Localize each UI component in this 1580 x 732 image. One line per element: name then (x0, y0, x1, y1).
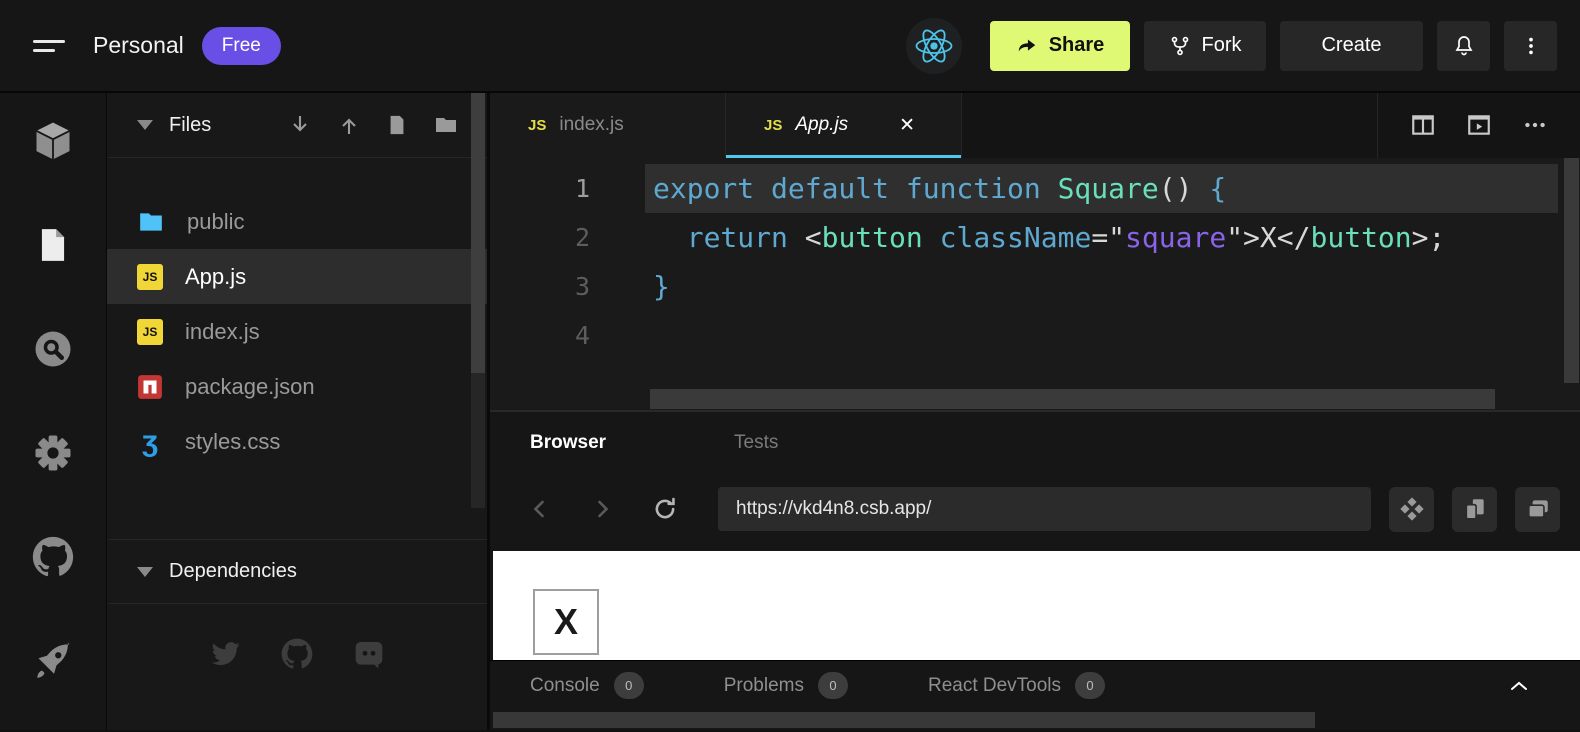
react-devtools-tab[interactable]: React DevTools 0 (928, 672, 1105, 699)
code-line[interactable]: 3} (490, 262, 1580, 311)
preview-square-button[interactable]: X (533, 589, 599, 655)
discord-icon[interactable] (353, 638, 385, 670)
file-row-index-js[interactable]: JS index.js (107, 304, 487, 359)
files-section-header[interactable]: Files (107, 93, 487, 158)
twitter-icon[interactable] (209, 638, 241, 670)
folder-icon (137, 209, 165, 235)
js-file-icon: JS (137, 319, 163, 345)
bottom-scrollbar[interactable] (490, 710, 1580, 730)
open-in-new-window-icon[interactable] (1515, 487, 1560, 532)
console-tab[interactable]: Console 0 (530, 672, 644, 699)
more-menu-button[interactable] (1504, 21, 1557, 71)
chevron-down-icon (137, 120, 153, 130)
tab-app-js[interactable]: JS App.js ✕ (726, 93, 962, 158)
tab-index-js[interactable]: JS index.js (490, 93, 726, 158)
code-lines: 1export default function Square() {2 ret… (490, 158, 1580, 360)
plan-badge: Free (202, 27, 281, 65)
search-icon[interactable] (31, 327, 75, 371)
file-list: public JS App.js JS index.js package.jso… (107, 158, 487, 469)
file-row-styles-css[interactable]: ʒ styles.css (107, 414, 487, 469)
refresh-icon[interactable] (652, 496, 676, 522)
address-bar[interactable]: https://vkd4n8.csb.app/ (718, 487, 1371, 531)
tab-browser[interactable]: Browser (530, 432, 606, 454)
code-line[interactable]: 2 return <button className="square">X</b… (490, 213, 1580, 262)
new-folder-icon[interactable] (433, 113, 459, 137)
github-icon[interactable] (281, 638, 313, 670)
download-sandbox-icon[interactable] (288, 113, 312, 137)
react-logo-icon (906, 18, 962, 74)
explorer-files-icon[interactable] (31, 223, 75, 267)
forward-icon[interactable] (590, 497, 614, 521)
preview-page: X (493, 551, 1580, 661)
react-devtools-count-badge: 0 (1075, 672, 1105, 699)
bell-icon (1452, 34, 1476, 58)
kebab-menu-icon (1520, 35, 1542, 57)
expand-console-icon[interactable] (1510, 680, 1528, 692)
github-icon[interactable] (31, 535, 75, 579)
close-tab-icon[interactable]: ✕ (899, 114, 915, 137)
file-explorer-panel: Files (107, 93, 490, 730)
fork-button[interactable]: Fork (1144, 21, 1266, 71)
activity-bar (0, 93, 107, 730)
split-editor-icon[interactable] (1410, 112, 1436, 138)
css-icon: ʒ (137, 429, 163, 455)
upload-files-icon[interactable] (337, 113, 361, 137)
editor-actions (1377, 93, 1580, 158)
js-file-icon: JS (764, 117, 782, 134)
preview-settings-icon[interactable] (1389, 487, 1434, 532)
fork-icon (1169, 35, 1191, 57)
problems-tab[interactable]: Problems 0 (724, 672, 848, 699)
editor-tab-bar: JS index.js JS App.js ✕ (490, 93, 1580, 158)
hamburger-menu-icon[interactable] (33, 40, 65, 52)
line-number: 4 (490, 311, 590, 360)
open-preview-icon[interactable] (1466, 112, 1492, 138)
social-links (107, 638, 487, 670)
share-button[interactable]: Share (990, 21, 1130, 71)
editor-horizontal-scrollbar[interactable] (650, 389, 1495, 409)
editor-more-icon[interactable] (1522, 112, 1548, 138)
console-count-badge: 0 (614, 672, 644, 699)
top-bar: Personal Free Share Fork Create (0, 0, 1580, 93)
notifications-button[interactable] (1437, 21, 1490, 71)
problems-count-badge: 0 (818, 672, 848, 699)
line-number: 3 (490, 262, 590, 311)
workspace-name[interactable]: Personal (93, 32, 184, 59)
line-number: 1 (490, 164, 590, 213)
code-line[interactable]: 4 (490, 311, 1580, 360)
settings-gear-icon[interactable] (31, 431, 75, 475)
file-row-package-json[interactable]: package.json (107, 359, 487, 414)
deploy-rocket-icon[interactable] (31, 639, 75, 683)
code-editor[interactable]: 1export default function Square() {2 ret… (490, 158, 1580, 410)
responsive-mode-icon[interactable] (1452, 487, 1497, 532)
url-text[interactable]: https://vkd4n8.csb.app/ (736, 498, 1353, 520)
line-number: 2 (490, 213, 590, 262)
editor-vertical-scrollbar[interactable] (1564, 158, 1579, 383)
code-line[interactable]: 1export default function Square() { (490, 164, 1580, 213)
share-icon (1016, 35, 1038, 57)
js-file-icon: JS (137, 264, 163, 290)
new-file-icon[interactable] (386, 113, 408, 137)
browser-navigation-bar: https://vkd4n8.csb.app/ (490, 474, 1580, 545)
dependencies-section-title: Dependencies (169, 560, 297, 583)
back-icon[interactable] (528, 497, 552, 521)
browser-preview-frame: X (490, 543, 1580, 661)
tab-tests[interactable]: Tests (734, 432, 778, 454)
create-button[interactable]: Create (1280, 21, 1423, 71)
files-section-title: Files (169, 114, 211, 137)
dependencies-section-header[interactable]: Dependencies (107, 539, 487, 604)
chevron-down-icon (137, 567, 153, 577)
js-file-icon: JS (528, 117, 546, 134)
explorer-scrollbar[interactable] (471, 93, 485, 508)
file-row-public[interactable]: public (107, 194, 487, 249)
file-row-app-js[interactable]: JS App.js (107, 249, 487, 304)
devtools-panel: Browser Tests (490, 410, 1580, 543)
npm-icon (137, 374, 163, 400)
console-bar: Console 0 Problems 0 React DevTools 0 (490, 660, 1580, 710)
sandbox-info-icon[interactable] (31, 119, 75, 163)
